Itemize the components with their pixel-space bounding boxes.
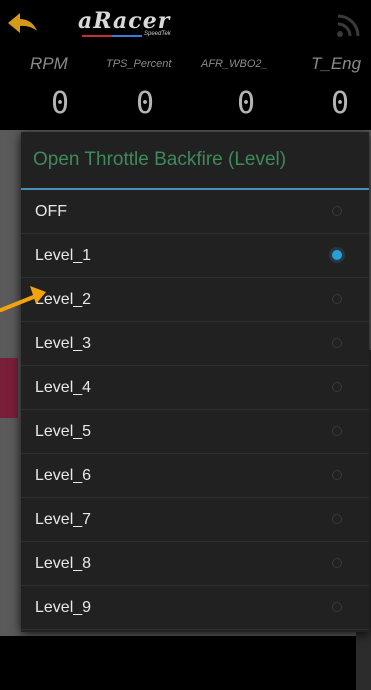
radio-unchecked-icon[interactable]: [332, 294, 342, 304]
gauge-value-rpm: 0: [50, 86, 70, 121]
option-label: Level_7: [35, 511, 92, 528]
option-level-1[interactable]: Level_1: [21, 234, 369, 278]
gauge-label-row: RPM TPS_Percent AFR_WBO2_ T_Eng: [0, 54, 371, 76]
option-label: Level_4: [35, 379, 92, 396]
radio-unchecked-icon[interactable]: [332, 558, 342, 568]
gauge-label-teng: T_Eng: [311, 54, 362, 73]
option-list: OFF Level_1 Level_2 Level_3 Level_4 Level_5 Le…: [21, 190, 369, 630]
logo-subtext: SpeedTek: [144, 31, 171, 37]
gauge-value-row: 0 0 0 0: [0, 86, 371, 126]
option-level-2[interactable]: Level_2: [21, 278, 369, 322]
logo-stripe: [112, 35, 142, 37]
option-level-8[interactable]: Level_8: [21, 542, 369, 586]
gauge-label-tps: TPS_Percent: [106, 58, 172, 70]
dialog-title: Open Throttle Backfire (Level): [33, 149, 287, 170]
gauge-value-teng: 0: [330, 86, 350, 121]
option-level-5[interactable]: Level_5: [21, 410, 369, 454]
radio-unchecked-icon[interactable]: [332, 602, 342, 612]
option-off[interactable]: OFF: [21, 190, 369, 234]
option-level-6[interactable]: Level_6: [21, 454, 369, 498]
radio-unchecked-icon[interactable]: [332, 426, 342, 436]
gauge-label-afr: AFR_WBO2_: [201, 58, 268, 70]
logo-stripe: [82, 35, 112, 37]
gauge-value-tps: 0: [135, 86, 155, 121]
option-label: Level_6: [35, 467, 92, 484]
aracer-logo: aRacer SpeedTek: [78, 8, 198, 42]
back-arrow-icon[interactable]: [6, 10, 40, 36]
radio-unchecked-icon[interactable]: [332, 338, 342, 348]
option-level-9[interactable]: Level_9: [21, 586, 369, 630]
radio-unchecked-icon[interactable]: [332, 514, 342, 524]
option-label: OFF: [35, 203, 67, 220]
app-header: aRacer SpeedTek RPM TPS_Percent AFR_WBO2…: [0, 0, 371, 130]
gauge-label-rpm: RPM: [30, 54, 68, 73]
level-select-dialog: Open Throttle Backfire (Level) OFF Level_…: [21, 132, 369, 632]
radio-unchecked-icon[interactable]: [332, 382, 342, 392]
option-label: Level_1: [35, 247, 92, 264]
radio-unchecked-icon[interactable]: [332, 470, 342, 480]
option-level-3[interactable]: Level_3: [21, 322, 369, 366]
background-panel-edge: [0, 358, 18, 418]
annotation-arrow-icon: [0, 286, 46, 312]
option-label: Level_9: [35, 599, 92, 616]
option-level-7[interactable]: Level_7: [21, 498, 369, 542]
radio-unchecked-icon[interactable]: [332, 206, 342, 216]
option-label: Level_5: [35, 423, 92, 440]
rss-feed-icon[interactable]: [336, 12, 362, 38]
option-label: Level_3: [35, 335, 92, 352]
option-label: Level_8: [35, 555, 92, 572]
radio-checked-icon[interactable]: [332, 250, 342, 260]
option-level-4[interactable]: Level_4: [21, 366, 369, 410]
gauge-value-afr: 0: [236, 86, 256, 121]
